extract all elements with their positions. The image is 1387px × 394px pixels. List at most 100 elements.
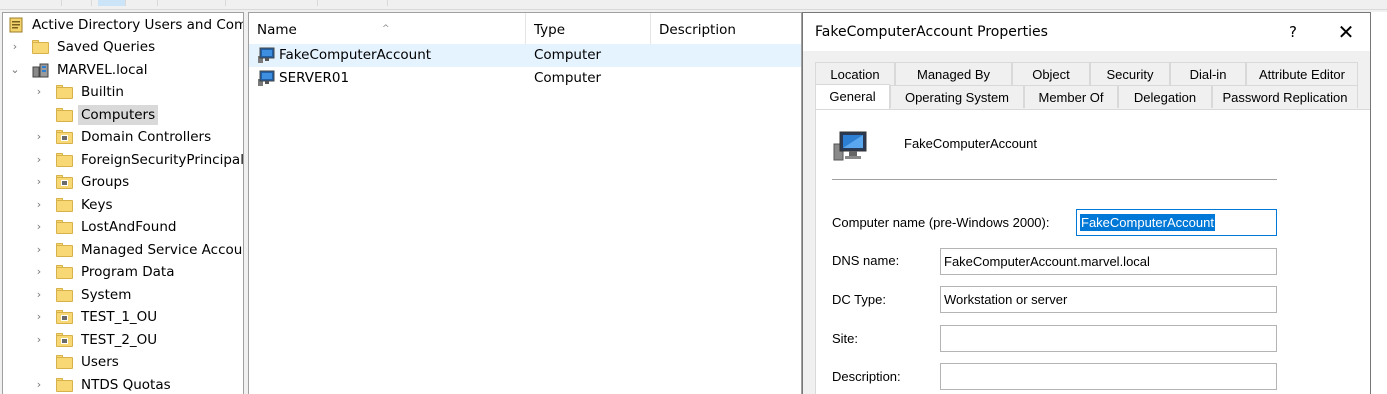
ou-folder-icon <box>56 310 73 324</box>
computer-name-label: Computer name (pre-Windows 2000): <box>832 215 1050 230</box>
dialog-title: FakeComputerAccount Properties <box>815 24 1048 40</box>
account-name: FakeComputerAccount <box>904 136 1037 151</box>
tree-item-label: Groups <box>81 174 130 190</box>
chevron-right-icon[interactable]: › <box>33 126 45 148</box>
dialog-titlebar[interactable]: FakeComputerAccount Properties ? ✕ <box>803 13 1370 51</box>
tab-managed-by[interactable]: Managed By <box>895 62 1012 85</box>
tab-password-replication[interactable]: Password Replication <box>1212 85 1358 108</box>
tree-item-label: Builtin <box>81 84 124 100</box>
tab-attribute-editor[interactable]: Attribute Editor <box>1246 62 1358 85</box>
tab-dial-in[interactable]: Dial-in <box>1170 62 1246 85</box>
tab-location[interactable]: Location <box>815 62 895 85</box>
chevron-right-icon[interactable]: › <box>33 81 45 103</box>
toolbar-button[interactable] <box>34 0 62 6</box>
tree-item-label: Saved Queries <box>57 39 156 55</box>
tree-item-label: TEST_1_OU <box>81 309 158 325</box>
chevron-right-icon[interactable] <box>33 104 45 126</box>
help-button[interactable]: ? <box>1273 13 1313 51</box>
list-row[interactable]: SERVER01 Computer <box>249 67 801 90</box>
list-row[interactable]: FakeComputerAccount Computer <box>249 44 801 67</box>
sort-ascending-icon: ^ <box>382 24 390 34</box>
toolbar-button[interactable] <box>360 0 388 6</box>
tree-item-label: ForeignSecurityPrincipals <box>81 151 244 168</box>
computer-name-value: FakeComputerAccount <box>1080 214 1215 231</box>
chevron-right-icon[interactable]: › <box>33 284 45 306</box>
toolbar-button[interactable] <box>130 0 158 6</box>
chevron-right-icon[interactable]: › <box>33 194 45 216</box>
column-header-name[interactable]: Name ^ <box>249 13 526 47</box>
object-list: Name ^ Type Description FakeComputerAcco… <box>248 12 802 394</box>
chevron-right-icon[interactable]: › <box>33 149 45 171</box>
tree-item-label: MARVEL.local <box>57 61 148 78</box>
chevron-right-icon[interactable]: › <box>33 261 45 283</box>
ou-folder-icon <box>56 130 73 144</box>
chevron-right-icon[interactable]: › <box>33 306 45 328</box>
divider <box>832 179 1277 180</box>
ou-folder-icon <box>56 175 73 189</box>
computer-icon <box>257 70 275 86</box>
computer-name-field[interactable]: FakeComputerAccount <box>1076 209 1277 236</box>
folder-icon <box>56 287 73 302</box>
domain-icon <box>32 63 49 77</box>
toolbar-button[interactable] <box>290 0 318 6</box>
tab-member-of[interactable]: Member Of <box>1024 85 1118 108</box>
chevron-right-icon[interactable] <box>33 351 45 373</box>
tab-object[interactable]: Object <box>1012 62 1090 85</box>
tree-item-label: Managed Service Accoun <box>81 241 244 258</box>
folder-icon <box>56 197 73 212</box>
console-tree: Active Directory Users and Comp › Saved Q… <box>2 12 244 394</box>
column-header-type[interactable]: Type <box>526 13 651 47</box>
chevron-right-icon[interactable]: › <box>33 329 45 351</box>
chevron-right-icon[interactable]: › <box>33 171 45 193</box>
tree-item-label: Computers <box>78 104 159 125</box>
toolbar-button[interactable] <box>64 0 92 6</box>
list-header: Name ^ Type Description <box>249 13 801 47</box>
close-button[interactable]: ✕ <box>1323 13 1369 51</box>
folder-icon <box>56 355 73 369</box>
folder-icon <box>32 40 49 54</box>
tab-delegation[interactable]: Delegation <box>1118 85 1212 108</box>
folder-icon <box>56 377 73 392</box>
folder-icon <box>56 242 73 257</box>
folder-icon <box>56 220 73 234</box>
tree-item-label: NTDS Quotas <box>81 376 171 393</box>
dns-name-field[interactable]: FakeComputerAccount.marvel.local <box>940 248 1277 275</box>
computer-icon <box>833 130 869 162</box>
tree-item-label: System <box>81 286 132 303</box>
chevron-down-icon[interactable]: ⌄ <box>9 59 21 81</box>
dc-type-field[interactable]: Workstation or server <box>940 286 1277 313</box>
folder-icon <box>56 152 73 167</box>
toolbar-button[interactable] <box>198 0 226 6</box>
tree-item-label: TEST_2_OU <box>81 331 158 348</box>
tree-item-label: LostAndFound <box>81 219 177 235</box>
toolbar-button[interactable] <box>98 0 126 6</box>
tree-item-label: Program Data <box>81 264 175 280</box>
chevron-right-icon[interactable]: › <box>9 36 21 58</box>
tab-general[interactable]: General <box>815 84 890 109</box>
computer-icon <box>257 47 275 63</box>
tree-item-label: Domain Controllers <box>81 129 212 145</box>
description-label: Description: <box>832 369 901 384</box>
tree-item-label: Users <box>81 354 119 370</box>
tree-item-label: Keys <box>81 196 113 213</box>
aduc-console-icon <box>9 17 23 33</box>
chevron-right-icon[interactable]: › <box>33 216 45 238</box>
site-field[interactable] <box>940 325 1277 352</box>
column-header-type-label: Type <box>534 22 566 38</box>
column-header-description-label: Description <box>659 22 736 38</box>
list-cell-name: SERVER01 <box>279 70 350 86</box>
description-field[interactable] <box>940 363 1277 390</box>
list-cell-type: Computer <box>534 47 602 63</box>
chevron-right-icon[interactable]: › <box>33 374 45 394</box>
folder-icon <box>56 107 73 122</box>
ou-folder-icon <box>56 332 73 347</box>
properties-dialog: FakeComputerAccount Properties ? ✕ Locat… <box>802 12 1371 394</box>
chevron-right-icon[interactable]: › <box>33 239 45 261</box>
list-cell-name: FakeComputerAccount <box>279 47 432 63</box>
tab-operating-system[interactable]: Operating System <box>890 85 1024 108</box>
column-header-description[interactable]: Description <box>651 13 801 47</box>
folder-icon <box>56 265 73 279</box>
general-tab-panel: FakeComputerAccount Computer name (pre-W… <box>815 109 1370 394</box>
window-edge <box>1371 12 1387 394</box>
tab-security[interactable]: Security <box>1090 62 1170 85</box>
